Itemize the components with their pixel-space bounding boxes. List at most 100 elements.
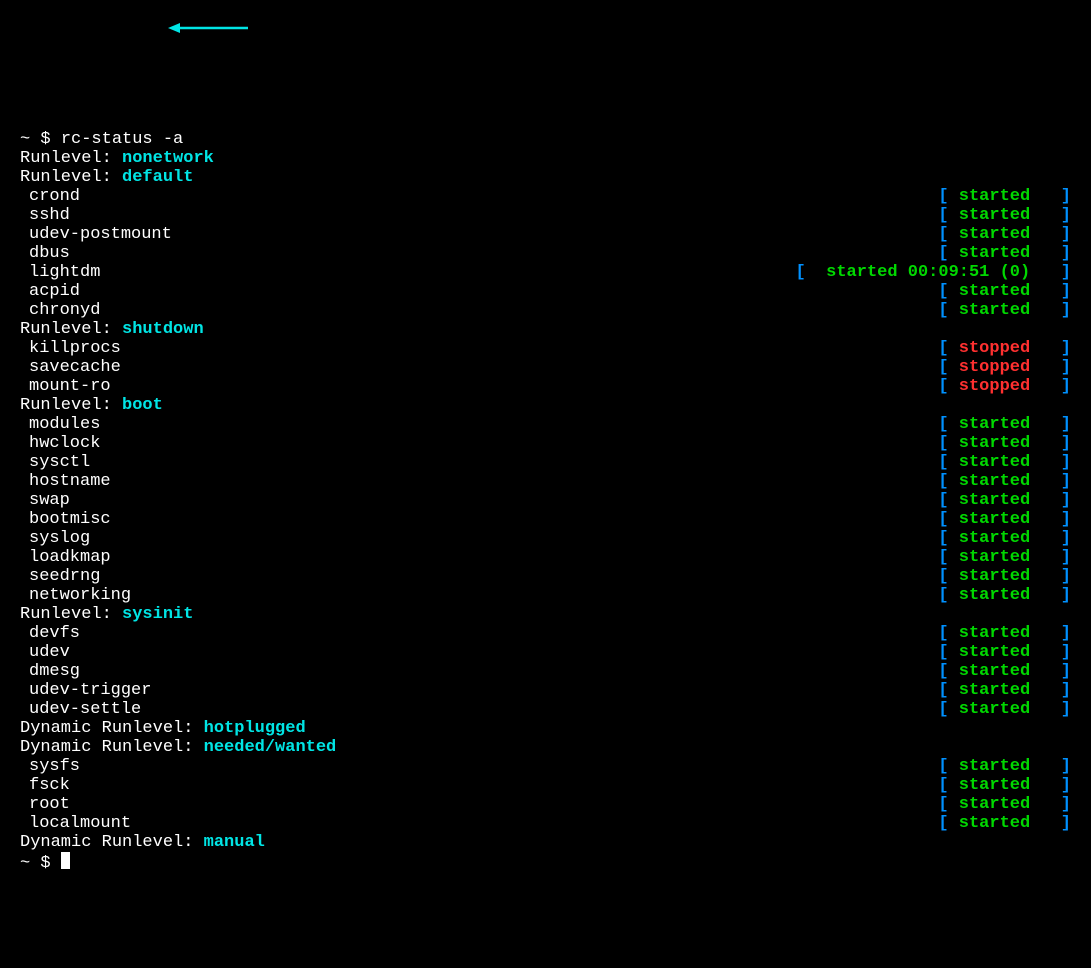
service-status: [ started 00:09:51 (0) ]	[796, 263, 1071, 282]
service-row: sysctl[ started ]	[20, 453, 1071, 472]
service-row: lightdm[ started 00:09:51 (0) ]	[20, 263, 1071, 282]
service-status: [ started ]	[938, 510, 1071, 529]
service-name: loadkmap	[20, 548, 938, 567]
service-name: localmount	[20, 814, 938, 833]
service-row: loadkmap[ started ]	[20, 548, 1071, 567]
service-name: syslog	[20, 529, 938, 548]
command-text: rc-status -a	[61, 130, 183, 149]
service-name: modules	[20, 415, 938, 434]
cursor	[61, 852, 70, 869]
service-name: dbus	[20, 244, 938, 263]
service-status: [ stopped ]	[938, 358, 1071, 377]
service-name: seedrng	[20, 567, 938, 586]
service-row: seedrng[ started ]	[20, 567, 1071, 586]
service-status: [ started ]	[938, 187, 1071, 206]
service-row: devfs[ started ]	[20, 624, 1071, 643]
service-status: [ started ]	[938, 814, 1071, 833]
service-row: syslog[ started ]	[20, 529, 1071, 548]
service-status: [ started ]	[938, 681, 1071, 700]
runlevel-name: boot	[122, 396, 163, 415]
service-name: lightdm	[20, 263, 796, 282]
service-status: [ started ]	[938, 244, 1071, 263]
runlevel-header: Runlevel: nonetwork	[20, 149, 1071, 168]
service-row: hostname[ started ]	[20, 472, 1071, 491]
runlevel-header: Runlevel: default	[20, 168, 1071, 187]
terminal-output: ~ $ rc-status -aRunlevel: nonetworkRunle…	[20, 130, 1071, 873]
service-status: [ started ]	[938, 548, 1071, 567]
service-name: hwclock	[20, 434, 938, 453]
service-status: [ started ]	[938, 795, 1071, 814]
prompt-line[interactable]: ~ $ rc-status -a	[20, 130, 1071, 149]
service-name: sshd	[20, 206, 938, 225]
service-row: dbus[ started ]	[20, 244, 1071, 263]
service-row: chronyd[ started ]	[20, 301, 1071, 320]
service-status: [ started ]	[938, 757, 1071, 776]
service-status: [ started ]	[938, 776, 1071, 795]
service-name: crond	[20, 187, 938, 206]
service-name: sysctl	[20, 453, 938, 472]
service-name: bootmisc	[20, 510, 938, 529]
service-status: [ started ]	[938, 282, 1071, 301]
service-name: root	[20, 795, 938, 814]
runlevel-name: hotplugged	[204, 719, 306, 738]
runlevel-name: manual	[204, 833, 265, 852]
service-name: fsck	[20, 776, 938, 795]
service-status: [ started ]	[938, 225, 1071, 244]
runlevel-name: sysinit	[122, 605, 193, 624]
service-name: hostname	[20, 472, 938, 491]
prompt-line[interactable]: ~ $	[20, 852, 1071, 873]
service-name: sysfs	[20, 757, 938, 776]
service-row: hwclock[ started ]	[20, 434, 1071, 453]
service-status: [ started ]	[938, 434, 1071, 453]
service-status: [ started ]	[938, 529, 1071, 548]
service-row: sysfs[ started ]	[20, 757, 1071, 776]
service-name: mount-ro	[20, 377, 938, 396]
service-row: networking[ started ]	[20, 586, 1071, 605]
service-status: [ started ]	[938, 662, 1071, 681]
service-name: swap	[20, 491, 938, 510]
runlevel-name: nonetwork	[122, 149, 214, 168]
service-row: dmesg[ started ]	[20, 662, 1071, 681]
service-status: [ started ]	[938, 453, 1071, 472]
runlevel-header: Dynamic Runlevel: needed/wanted	[20, 738, 1071, 757]
service-status: [ started ]	[938, 301, 1071, 320]
runlevel-name: default	[122, 168, 193, 187]
service-status: [ stopped ]	[938, 377, 1071, 396]
annotation-arrow-icon	[168, 21, 248, 35]
service-row: bootmisc[ started ]	[20, 510, 1071, 529]
service-name: acpid	[20, 282, 938, 301]
service-row: acpid[ started ]	[20, 282, 1071, 301]
service-row: crond[ started ]	[20, 187, 1071, 206]
service-name: chronyd	[20, 301, 938, 320]
service-name: udev-trigger	[20, 681, 938, 700]
service-status: [ started ]	[938, 472, 1071, 491]
service-status: [ started ]	[938, 643, 1071, 662]
service-status: [ started ]	[938, 415, 1071, 434]
service-row: udev-trigger[ started ]	[20, 681, 1071, 700]
service-status: [ stopped ]	[938, 339, 1071, 358]
service-row: savecache[ stopped ]	[20, 358, 1071, 377]
service-status: [ started ]	[938, 567, 1071, 586]
service-status: [ started ]	[938, 624, 1071, 643]
service-row: modules[ started ]	[20, 415, 1071, 434]
service-row: sshd[ started ]	[20, 206, 1071, 225]
service-row: fsck[ started ]	[20, 776, 1071, 795]
runlevel-header: Runlevel: sysinit	[20, 605, 1071, 624]
service-status: [ started ]	[938, 586, 1071, 605]
service-name: dmesg	[20, 662, 938, 681]
service-status: [ started ]	[938, 206, 1071, 225]
service-name: devfs	[20, 624, 938, 643]
runlevel-header: Runlevel: shutdown	[20, 320, 1071, 339]
runlevel-header: Dynamic Runlevel: manual	[20, 833, 1071, 852]
service-name: networking	[20, 586, 938, 605]
runlevel-header: Dynamic Runlevel: hotplugged	[20, 719, 1071, 738]
service-name: udev	[20, 643, 938, 662]
runlevel-name: shutdown	[122, 320, 204, 339]
service-row: killprocs[ stopped ]	[20, 339, 1071, 358]
service-row: swap[ started ]	[20, 491, 1071, 510]
runlevel-name: needed/wanted	[204, 738, 337, 757]
service-row: udev-postmount[ started ]	[20, 225, 1071, 244]
service-name: udev-postmount	[20, 225, 938, 244]
service-row: udev[ started ]	[20, 643, 1071, 662]
service-name: killprocs	[20, 339, 938, 358]
